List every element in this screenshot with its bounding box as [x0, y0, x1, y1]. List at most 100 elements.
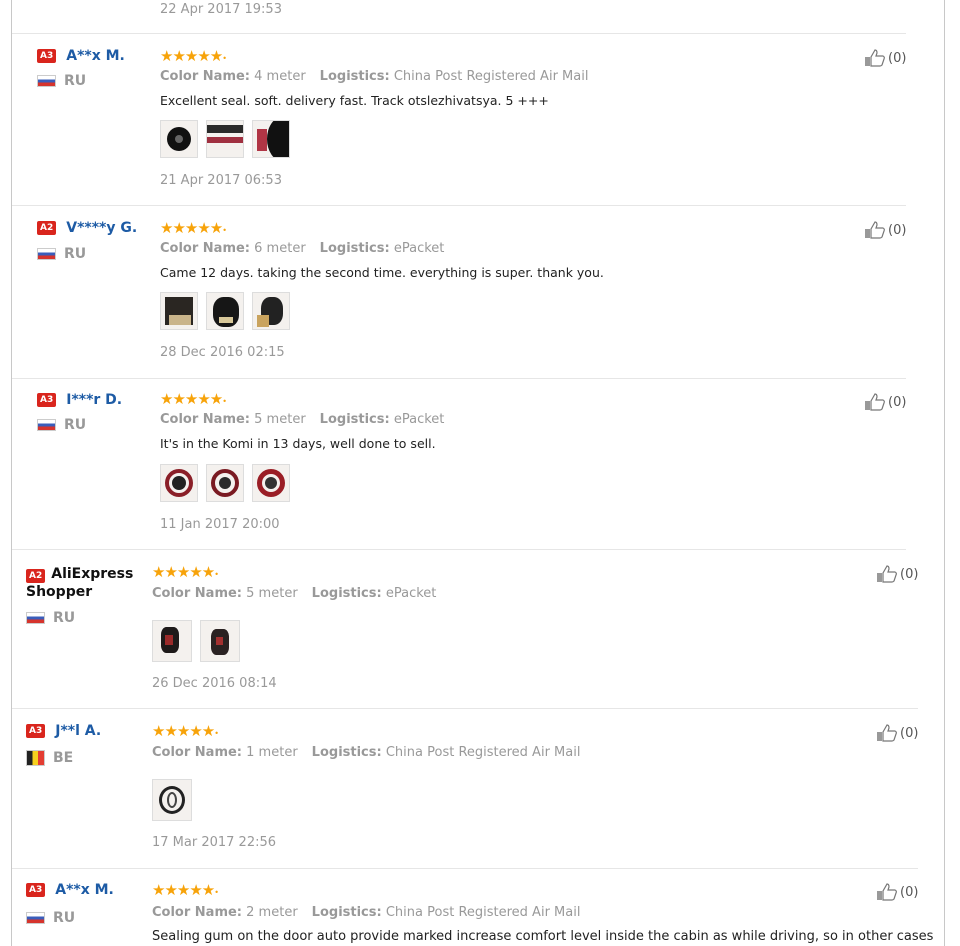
user-info: A2 V****y G. [37, 219, 137, 237]
country: BE [26, 750, 73, 766]
russia-flag-icon [26, 912, 45, 924]
review-photo[interactable] [152, 779, 192, 821]
review-item: A3 A**x M. RU ★★★★★• Color Name: 4 meter… [12, 33, 906, 206]
color-name-value: 1 meter [246, 745, 298, 760]
thumbs-up-icon [877, 565, 897, 583]
country: RU [26, 610, 75, 626]
helpful-button[interactable]: (0) [876, 565, 918, 583]
helpful-button[interactable]: (0) [876, 724, 918, 742]
helpful-count: (0) [888, 394, 907, 410]
review-photo[interactable] [252, 292, 290, 330]
color-name-value: 5 meter [254, 412, 306, 427]
review-photos [160, 464, 298, 502]
review-photos [152, 620, 248, 662]
review-item: A3 J**l A. BE ★★★★★• Color Name: 1 meter… [12, 709, 918, 869]
review-photo[interactable] [200, 620, 240, 662]
review-text: Excellent seal. soft. delivery fast. Tra… [160, 93, 549, 108]
order-info: Color Name: 1 meter Logistics: China Post… [152, 745, 581, 760]
color-name-value: 2 meter [246, 905, 298, 920]
helpful-count: (0) [900, 725, 919, 741]
order-info: Color Name: 2 meter Logistics: China Post… [152, 905, 581, 920]
review-photo[interactable] [160, 120, 198, 158]
username-link[interactable]: A**x M. [66, 47, 125, 65]
thumbs-up-icon [865, 393, 885, 411]
user-info: A3 I***r D. [37, 391, 122, 409]
review-date: 26 Dec 2016 08:14 [152, 676, 277, 691]
review-item: A3 I***r D. RU ★★★★★• Color Name: 5 mete… [12, 379, 906, 550]
logistics-value: ePacket [385, 586, 437, 601]
helpful-button[interactable]: (0) [864, 393, 906, 411]
review-photos [152, 779, 200, 821]
review-photo[interactable] [152, 620, 192, 662]
logistics-value: China Post Registered Air Mail [385, 905, 581, 920]
level-badge: A3 [37, 393, 57, 407]
thumbs-up-icon [865, 49, 885, 67]
helpful-count: (0) [888, 222, 907, 238]
logistics-value: China Post Registered Air Mail [385, 745, 581, 760]
star-rating: ★★★★★• [160, 47, 227, 65]
review-photo[interactable] [160, 464, 198, 502]
logistics-value: ePacket [393, 412, 445, 427]
country: RU [37, 73, 86, 89]
country-code: RU [53, 910, 76, 926]
russia-flag-icon [37, 248, 56, 260]
russia-flag-icon [26, 612, 45, 624]
review-photo[interactable] [252, 120, 290, 158]
level-badge: A2 [37, 221, 57, 235]
thumbs-up-icon [877, 883, 897, 901]
level-badge: A3 [26, 883, 46, 897]
thumbs-up-icon [877, 724, 897, 742]
helpful-button[interactable]: (0) [864, 221, 906, 239]
helpful-button[interactable]: (0) [876, 883, 918, 901]
review-photo[interactable] [206, 120, 244, 158]
order-info: Color Name: 5 meter Logistics: ePacket [152, 586, 437, 601]
order-info: Color Name: 5 meter Logistics: ePacket [160, 412, 445, 427]
logistics-value: ePacket [393, 241, 445, 256]
user-info: A3 A**x M. [26, 881, 114, 899]
country: RU [26, 910, 75, 926]
review-date: 22 Apr 2017 19:53 [160, 2, 282, 17]
country-code: RU [64, 73, 87, 89]
country-code: BE [53, 750, 74, 766]
user-info: A3 J**l A. [26, 722, 101, 740]
star-rating: ★★★★★• [152, 563, 219, 581]
thumbs-up-icon [865, 221, 885, 239]
country-code: RU [64, 417, 87, 433]
review-photos [160, 292, 298, 330]
review-text: It's in the Komi in 13 days, well done t… [160, 436, 436, 451]
logistics-value: China Post Registered Air Mail [393, 69, 589, 84]
star-rating: ★★★★★• [160, 390, 227, 408]
review-item: A2 AliExpress Shopper RU ★★★★★• Color Nam… [12, 550, 918, 709]
review-photo[interactable] [206, 464, 244, 502]
country: RU [37, 417, 86, 433]
review-photo[interactable] [160, 292, 198, 330]
review-item: A2 V****y G. RU ★★★★★• Color Name: 6 met… [12, 206, 906, 379]
review-item: A3 A**x M. RU ★★★★★• Color Name: 2 meter… [12, 869, 933, 946]
helpful-count: (0) [900, 566, 919, 582]
review-photo[interactable] [252, 464, 290, 502]
level-badge: A3 [37, 49, 57, 63]
review-date: 21 Apr 2017 06:53 [160, 173, 282, 188]
username-link[interactable]: A**x M. [55, 881, 114, 899]
username-link[interactable]: V****y G. [66, 219, 137, 237]
country: RU [37, 246, 86, 262]
belgium-flag-icon [26, 750, 45, 766]
level-badge: A2 [26, 569, 46, 583]
review-photo[interactable] [206, 292, 244, 330]
username-link[interactable]: I***r D. [66, 391, 122, 409]
color-name-value: 5 meter [246, 586, 298, 601]
review-date: 28 Dec 2016 02:15 [160, 345, 285, 360]
star-rating: ★★★★★• [160, 219, 227, 237]
russia-flag-icon [37, 75, 56, 87]
color-name-value: 6 meter [254, 241, 306, 256]
reviews-panel: 22 Apr 2017 19:53 A3 A**x M. RU ★★★★★• C… [11, 0, 945, 946]
order-info: Color Name: 6 meter Logistics: ePacket [160, 241, 445, 256]
order-info: Color Name: 4 meter Logistics: China Post… [160, 69, 589, 84]
level-badge: A3 [26, 724, 46, 738]
review-text: Came 12 days. taking the second time. ev… [160, 265, 604, 280]
helpful-count: (0) [888, 50, 907, 66]
helpful-button[interactable]: (0) [864, 49, 906, 67]
color-name-value: 4 meter [254, 69, 306, 84]
username-link[interactable]: J**l A. [55, 722, 101, 740]
country-code: RU [53, 610, 76, 626]
